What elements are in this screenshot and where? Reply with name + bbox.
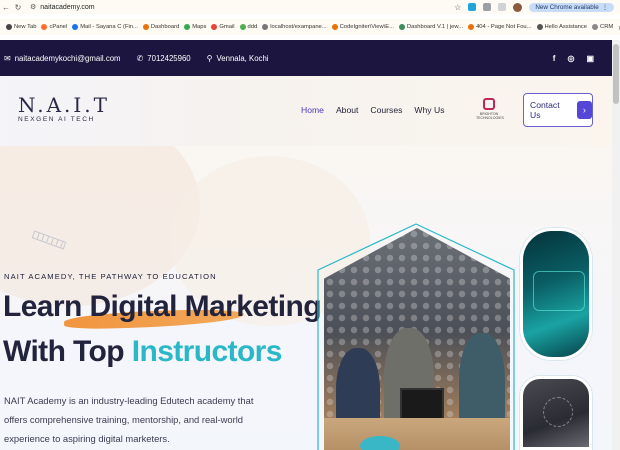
table — [324, 418, 510, 450]
laptop — [400, 388, 444, 420]
nav-home[interactable]: Home — [301, 105, 324, 115]
bookmark-item[interactable]: 404 - Page Not Fou... — [468, 24, 532, 30]
bookmark-favicon-icon — [536, 24, 543, 30]
nav-courses[interactable]: Courses — [370, 105, 402, 115]
site-header: N.A.I.T NEXGEN AI TECH Home About Course… — [0, 76, 612, 146]
url-text: naitacademy.com — [40, 3, 95, 11]
bookmark-item[interactable]: cPanel — [41, 24, 67, 30]
profile-avatar[interactable] — [513, 2, 523, 12]
phone-contact[interactable]: ✆ 7012425960 — [137, 54, 191, 63]
hero-description: NAIT Academy is an industry-leading Edut… — [4, 395, 254, 444]
downloads-icon[interactable] — [498, 3, 507, 11]
location-info: ⚲ Vennala, Kochi — [206, 53, 269, 63]
circuit-graphic — [533, 271, 585, 311]
bookmark-star-icon[interactable]: ☆ — [454, 3, 461, 12]
scrollbar-thumb[interactable] — [613, 44, 619, 104]
nav-about[interactable]: About — [336, 105, 358, 115]
nav-why-us[interactable]: Why Us — [414, 105, 444, 115]
page-scrollbar[interactable] — [612, 40, 620, 450]
bookmark-favicon-icon — [468, 24, 475, 30]
hero-headline-line1: Learn Digital Marketing — [3, 290, 322, 323]
mail-icon: ✉ — [4, 53, 11, 63]
bookmark-item[interactable]: New Tab — [6, 24, 36, 30]
facebook-icon[interactable]: f — [553, 54, 556, 63]
side-image-card-tech — [520, 228, 592, 360]
whatsapp-icon[interactable]: ◎ — [567, 54, 574, 63]
side-image-card-network — [520, 376, 592, 450]
decorative-blob — [0, 146, 200, 306]
bookmark-favicon-icon — [184, 24, 191, 30]
extensions-puzzle-icon[interactable] — [483, 3, 492, 11]
network-graphic — [543, 397, 573, 427]
bookmark-item[interactable]: Gmail — [211, 24, 235, 30]
bookmark-item[interactable]: CodeIgniter\View\E... — [331, 24, 394, 30]
kebab-menu-icon: ⋮ — [601, 3, 608, 11]
bookmark-favicon-icon — [211, 24, 218, 30]
contact-us-button[interactable]: Contact Us › — [523, 93, 593, 127]
bookmark-item[interactable]: CRM — [592, 24, 613, 30]
chevron-right-icon: › — [576, 101, 592, 119]
hero-main-image — [316, 222, 516, 450]
social-links: f ◎ ▣ — [553, 54, 612, 63]
bookmark-favicon-icon — [142, 24, 149, 30]
address-bar[interactable]: ⚙ naitacademy.com — [30, 3, 95, 12]
bookmark-item[interactable]: Mail - Sayana C (Fin... — [72, 24, 138, 30]
location-pin-icon: ⚲ — [206, 53, 213, 63]
top-info-bar: ✉ naitacademykochi@gmail.com ✆ 701242596… — [0, 40, 612, 76]
browser-toolbar: ← ↻ ⚙ naitacademy.com ☆ New Chrome avail… — [0, 0, 620, 14]
reload-icon[interactable]: ↻ — [12, 3, 24, 12]
phone-icon: ✆ — [136, 53, 144, 63]
bookmark-item[interactable]: Hello Assistance — [536, 24, 587, 30]
bookmark-item[interactable]: ddd — [239, 24, 257, 30]
back-icon[interactable]: ← — [0, 3, 12, 12]
bookmark-item[interactable]: Dashboard V.1 | jew... — [398, 24, 463, 30]
bookmarks-bar: New Tab cPanel Mail - Sayana C (Fin... Dash… — [0, 19, 620, 35]
bookmark-item[interactable]: Dashboard — [142, 24, 179, 30]
site-logo[interactable]: N.A.I.T NEXGEN AI TECH — [18, 95, 110, 123]
bookmark-favicon-icon — [262, 24, 269, 30]
partner-logo-icon — [483, 98, 495, 110]
site-settings-icon[interactable]: ⚙ — [30, 3, 36, 11]
bookmark-item[interactable]: Maps — [184, 24, 206, 30]
main-nav: Home About Courses Why Us — [301, 105, 444, 115]
partner-badge: BRIGHTON TECHNOLOGIES — [476, 98, 504, 120]
bookmark-favicon-icon — [239, 24, 246, 30]
extension-icon[interactable] — [468, 3, 477, 11]
instagram-icon[interactable]: ▣ — [586, 54, 594, 63]
bookmark-favicon-icon — [331, 24, 338, 30]
bookmark-favicon-icon — [6, 24, 12, 30]
chrome-update-button[interactable]: New Chrome available ⋮ — [529, 2, 614, 12]
bookmark-favicon-icon — [41, 24, 48, 30]
bookmark-favicon-icon — [398, 24, 405, 30]
bookmark-favicon-icon — [72, 24, 79, 30]
bookmark-item[interactable]: localhost/exampane... — [262, 24, 327, 30]
decorative-teal-shape — [360, 436, 400, 450]
hero-headline-line2: With Top Instructors — [3, 335, 282, 368]
hero-tagline: NAIT ACAMEDY, THE PATHWAY TO EDUCATION — [4, 272, 217, 281]
email-contact[interactable]: ✉ naitacademykochi@gmail.com — [4, 54, 121, 63]
bookmark-favicon-icon — [592, 24, 599, 30]
